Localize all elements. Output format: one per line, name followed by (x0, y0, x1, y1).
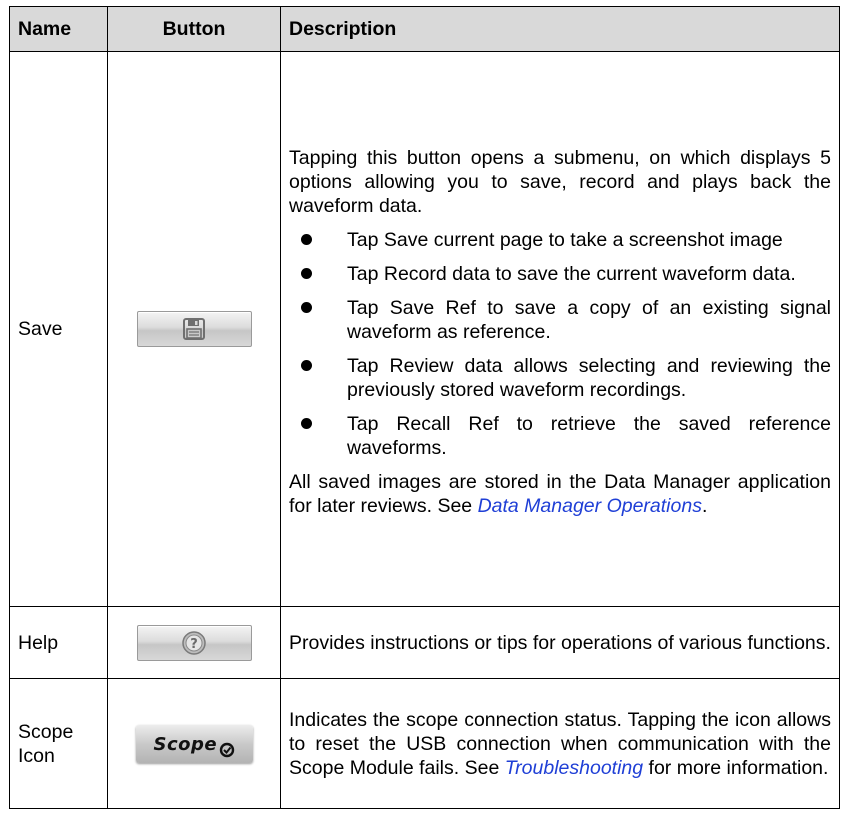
save-name-cell: Save (9, 51, 108, 607)
help-button[interactable]: ? (136, 624, 252, 661)
troubleshooting-link[interactable]: Troubleshooting (505, 757, 643, 779)
list-item: Tap Save current page to take a screensh… (289, 228, 831, 252)
table-row-save: Save Tapping this button opens a submenu… (9, 51, 840, 607)
list-item: Tap Save Ref to save a copy of an existi… (289, 296, 831, 344)
scope-description-cell: Indicates the scope connection status. T… (280, 678, 840, 809)
save-button-cell (107, 51, 281, 607)
bullet-icon (301, 233, 312, 245)
table-row-scope: Scope Icon Scope Indicates the scope con… (9, 678, 840, 809)
data-manager-operations-link[interactable]: Data Manager Operations (478, 495, 702, 517)
list-item: Tap Record data to save the current wave… (289, 262, 831, 286)
table-header-row: Name Button Description (9, 6, 840, 52)
scope-icon-button[interactable]: Scope (135, 724, 253, 763)
svg-text:?: ? (190, 637, 198, 652)
question-mark-icon: ? (182, 630, 206, 655)
table-row-help: Help ? Provides instructions or tips for… (9, 606, 840, 679)
header-name: Name (9, 6, 108, 52)
save-button[interactable] (136, 311, 252, 347)
list-item: Tap Recall Ref to retrieve the saved ref… (289, 412, 831, 460)
list-item: Tap Review data allows selecting and rev… (289, 354, 831, 402)
save-outro-text: All saved images are stored in the Data … (289, 470, 831, 517)
bullet-icon (301, 301, 312, 313)
floppy-disk-icon (183, 318, 205, 340)
scope-button-cell: Scope (107, 678, 281, 809)
help-name-cell: Help (9, 606, 108, 679)
button-description-table: Name Button Description Save Tapping thi… (9, 6, 840, 809)
bullet-icon (301, 417, 312, 429)
header-description: Description (280, 6, 840, 52)
header-button: Button (107, 6, 281, 52)
scope-badge-text: Scope (153, 733, 218, 755)
save-intro-text: Tapping this button opens a submenu, on … (289, 146, 831, 217)
help-button-cell: ? (107, 606, 281, 679)
scope-name-cell: Scope Icon (9, 678, 108, 809)
scope-connection-icon (219, 742, 234, 757)
bullet-icon (301, 267, 312, 279)
help-description-cell: Provides instructions or tips for operat… (280, 606, 840, 679)
bullet-icon (301, 359, 312, 371)
save-options-list: Tap Save current page to take a screensh… (289, 228, 831, 460)
save-description-cell: Tapping this button opens a submenu, on … (280, 51, 840, 607)
